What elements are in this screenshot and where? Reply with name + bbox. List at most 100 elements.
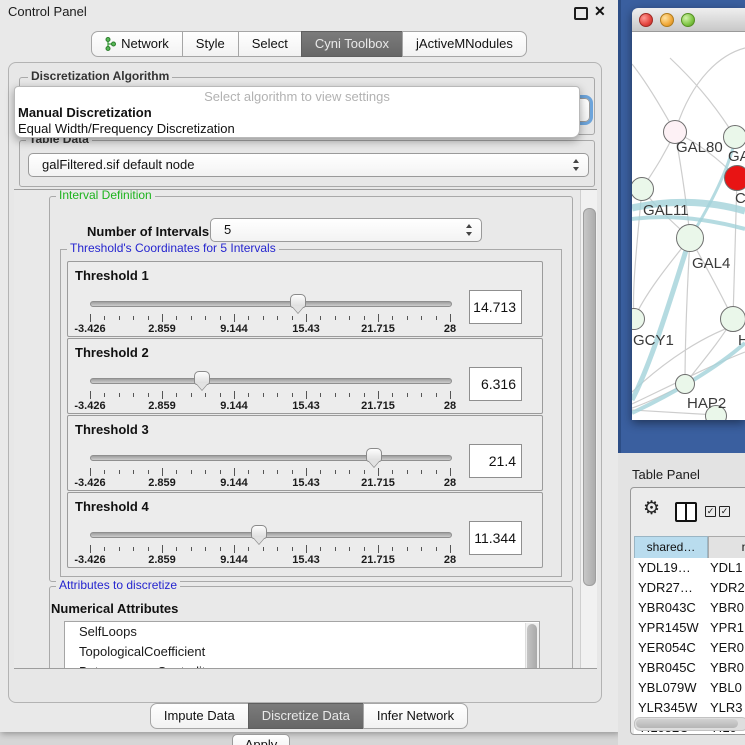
slider-tick	[421, 393, 422, 397]
number-of-intervals-combobox[interactable]: 5	[210, 218, 482, 242]
tab-discretize-data[interactable]: Discretize Data	[248, 703, 364, 729]
slider-tick-label: 15.43	[292, 554, 320, 566]
table-panel: Table Panel ⚙ ✓ ✓ shared… n... YDL19… YD…	[618, 453, 745, 745]
tab-select[interactable]: Select	[238, 31, 302, 57]
slider-tick	[378, 468, 379, 476]
scrollbar-thumb[interactable]	[583, 208, 596, 586]
slider-tick	[421, 547, 422, 551]
window-minimize-traffic-light[interactable]	[660, 13, 674, 27]
network-node-hap2[interactable]	[675, 374, 695, 394]
scrollbar-thumb[interactable]	[636, 719, 738, 728]
slider-tick-label: 21.715	[361, 323, 395, 335]
slider-tick-label: 9.144	[220, 323, 248, 335]
network-node-selected-red[interactable]	[724, 165, 745, 191]
threshold-slider[interactable]: -3.4262.8599.14415.4321.71528	[90, 523, 450, 565]
network-canvas[interactable]: GAL80 GA C GAL11 GAL4 GCY1 H HAP2	[632, 32, 745, 420]
slider-thumb[interactable]	[290, 294, 306, 308]
settings-scroll-viewport: Interval Definition Number of Intervals …	[14, 189, 597, 669]
slider-tick	[392, 316, 393, 320]
slider-thumb[interactable]	[251, 525, 267, 539]
slider-track[interactable]	[90, 301, 452, 307]
table-row[interactable]: YBR043C YBR0	[634, 598, 745, 618]
gear-icon[interactable]: ⚙	[643, 498, 660, 520]
popup-item-equal-width-frequency[interactable]: Equal Width/Frequency Discretization	[18, 121, 235, 136]
column-header-shared-name[interactable]: shared…	[634, 536, 708, 559]
slider-track[interactable]	[90, 532, 452, 538]
threshold-slider[interactable]: -3.4262.8599.14415.4321.71528	[90, 292, 450, 334]
slider-tick	[176, 393, 177, 397]
threshold-value-field[interactable]: 6.316	[469, 367, 522, 401]
table-row[interactable]: YPR145W YPR1	[634, 618, 745, 638]
scrollbar-thumb[interactable]	[527, 624, 537, 669]
threshold-slider[interactable]: -3.4262.8599.14415.4321.71528	[90, 369, 450, 411]
cell-name: YBR0	[710, 600, 744, 615]
slider-tick	[119, 393, 120, 397]
threshold-value-field[interactable]: 21.4	[469, 444, 522, 478]
slider-tick-label: 21.715	[361, 554, 395, 566]
window-close-traffic-light[interactable]	[639, 13, 653, 27]
slider-tick	[90, 314, 91, 322]
slider-tick	[349, 470, 350, 474]
tab-style[interactable]: Style	[182, 31, 239, 57]
table-frame: ⚙ ✓ ✓ shared… n... YDL19… YDL1 YDR27… YD…	[630, 487, 745, 735]
tab-jactivemnodules[interactable]: jActiveMNodules	[402, 31, 527, 57]
split-columns-icon[interactable]	[675, 502, 697, 522]
attributes-list-scrollbar[interactable]	[525, 623, 539, 669]
cell-name: YDR2	[710, 580, 745, 595]
node-label: H	[738, 332, 745, 349]
table-row[interactable]: YDL19… YDL1	[634, 558, 745, 578]
threshold-slider[interactable]: -3.4262.8599.14415.4321.71528	[90, 446, 450, 488]
slider-tick	[162, 391, 163, 399]
numerical-attributes-list[interactable]: SelfLoopsTopologicalCoefficientBetweenne…	[64, 621, 540, 669]
slider-thumb[interactable]	[366, 448, 382, 462]
tab-cyni-toolbox[interactable]: Cyni Toolbox	[301, 31, 403, 57]
tab-network[interactable]: Network	[91, 31, 183, 57]
checkbox-icon[interactable]: ✓	[719, 506, 730, 517]
cell-shared-name: YDL19…	[638, 560, 691, 575]
table-data-combobox[interactable]: galFiltered.sif default node	[28, 153, 589, 177]
table-row[interactable]: YBL079W YBL0	[634, 678, 745, 698]
threshold-value-field[interactable]: 14.713	[469, 290, 522, 324]
popup-item-manual-discretization[interactable]: Manual Discretization	[18, 105, 152, 120]
apply-button[interactable]: Apply	[232, 734, 290, 745]
combo-stepper-icon	[573, 159, 580, 171]
tab-impute-data[interactable]: Impute Data	[150, 703, 249, 729]
network-node-gal4[interactable]	[676, 224, 704, 252]
close-icon[interactable]: ✕	[594, 3, 606, 20]
node-label: GAL4	[692, 255, 730, 272]
slider-tick	[277, 316, 278, 320]
slider-tick	[421, 316, 422, 320]
tab-label: Infer Network	[377, 708, 454, 723]
attribute-list-item[interactable]: BetweennessCentrality	[65, 662, 539, 669]
slider-tick	[421, 470, 422, 474]
slider-tick-labels: -3.4262.8599.14415.4321.71528	[90, 477, 450, 489]
table-horizontal-scrollbar[interactable]	[634, 717, 745, 731]
slider-thumb[interactable]	[194, 371, 210, 385]
slider-tick	[320, 393, 321, 397]
table-row[interactable]: YER054C YER0	[634, 638, 745, 658]
attributes-group-label: Attributes to discretize	[56, 579, 180, 592]
table-row[interactable]: YLR345W YLR3	[634, 698, 745, 718]
table-row[interactable]: YBR045C YBR0	[634, 658, 745, 678]
slider-tick	[320, 547, 321, 551]
threshold-value-field[interactable]: 11.344	[469, 521, 522, 555]
float-window-icon[interactable]	[574, 7, 588, 20]
table-row[interactable]: YDR27… YDR2	[634, 578, 745, 598]
cell-name: YDL1	[710, 560, 743, 575]
attribute-list-item[interactable]: SelfLoops	[65, 622, 539, 642]
threshold-panel: Threshold 1 14.713 -3.4262.8599.14415.43…	[67, 261, 543, 337]
attribute-list-item[interactable]: TopologicalCoefficient	[65, 642, 539, 662]
slider-track[interactable]	[90, 378, 452, 384]
settings-vertical-scrollbar[interactable]	[580, 190, 597, 668]
threshold-label: Threshold 1	[75, 268, 149, 283]
slider-tick	[364, 316, 365, 320]
column-header-name[interactable]: n...	[708, 536, 745, 559]
checkbox-icon[interactable]: ✓	[705, 506, 716, 517]
tab-infer-network[interactable]: Infer Network	[363, 703, 468, 729]
slider-tick	[90, 468, 91, 476]
network-node-h[interactable]	[720, 306, 745, 332]
slider-tick	[148, 316, 149, 320]
network-node-ga[interactable]	[723, 125, 745, 149]
slider-track[interactable]	[90, 455, 452, 461]
window-zoom-traffic-light[interactable]	[681, 13, 695, 27]
